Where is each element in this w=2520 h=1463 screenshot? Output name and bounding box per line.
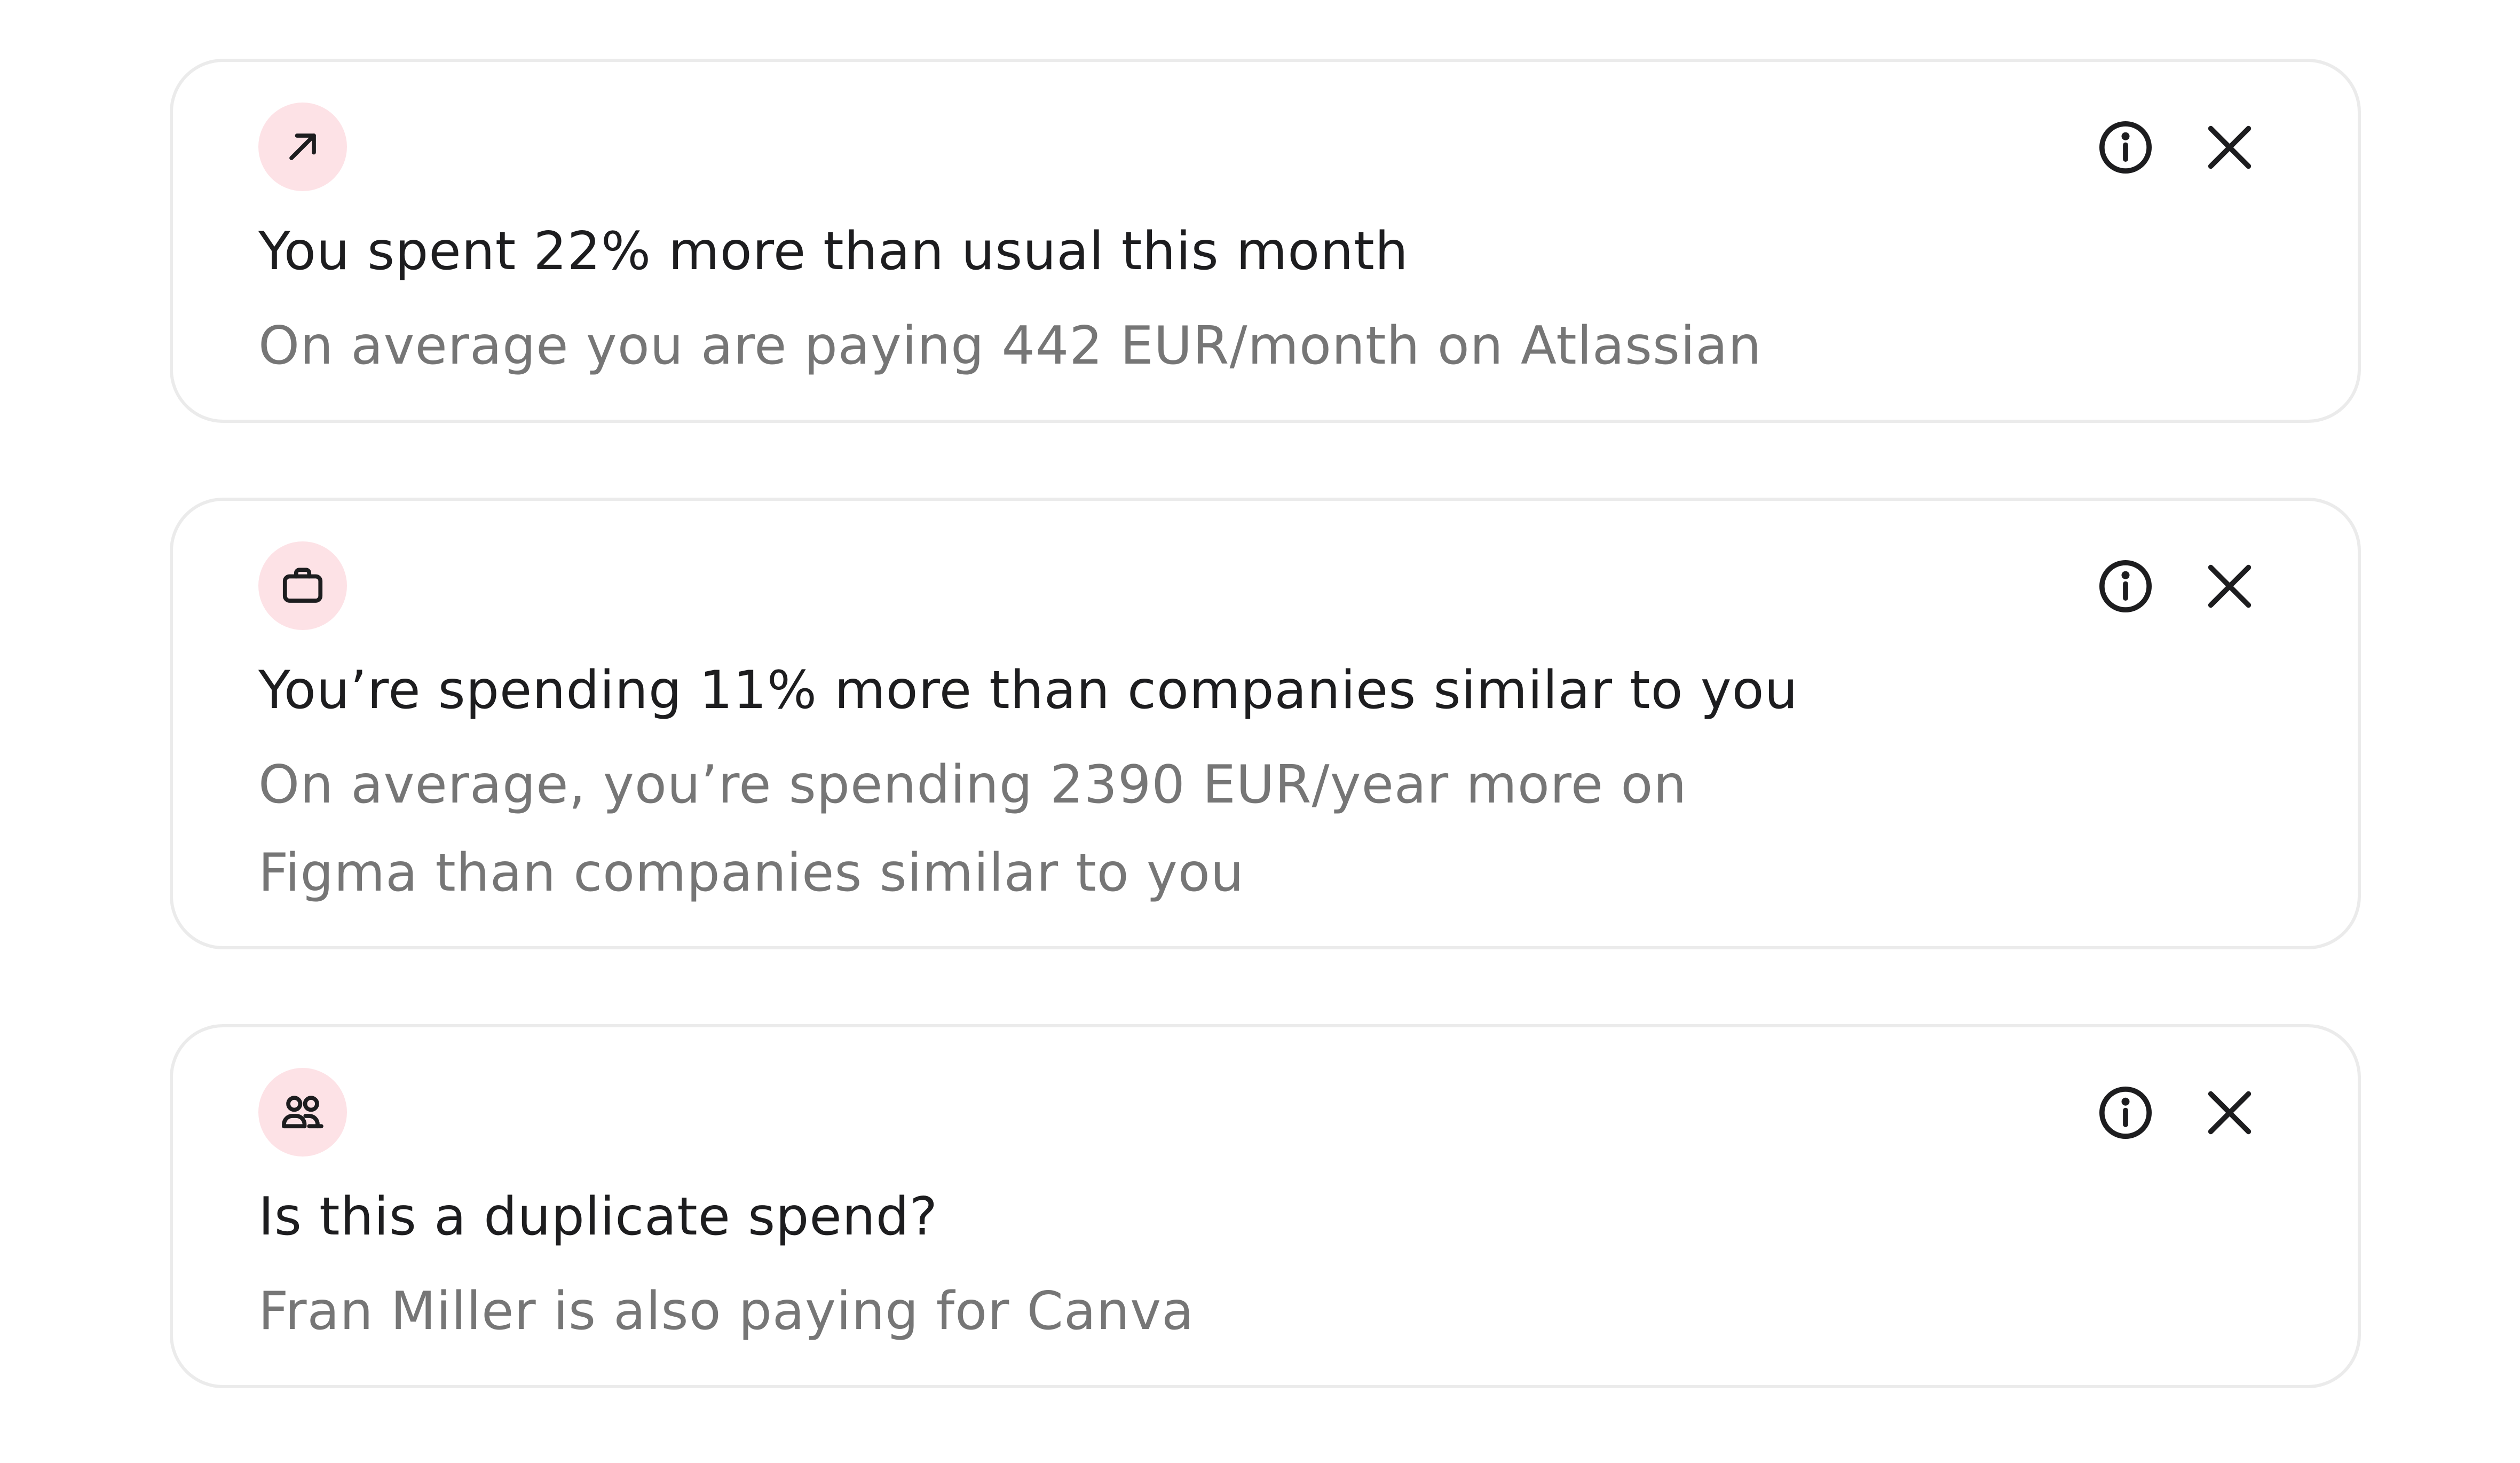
info-button[interactable] — [2096, 557, 2155, 616]
insight-actions — [2096, 1083, 2259, 1142]
insight-icon-badge — [258, 103, 347, 191]
users-icon — [282, 1096, 323, 1129]
info-icon — [2099, 1086, 2152, 1139]
insight-title: You’re spending 11% more than companies … — [258, 660, 1798, 721]
info-icon — [2099, 560, 2152, 613]
insight-description: On average, you’re spending 2390 EUR/yea… — [258, 754, 1687, 903]
close-icon — [2208, 564, 2252, 608]
insight-card: You’re spending 11% more than companies … — [170, 498, 2361, 949]
briefcase-icon — [282, 568, 323, 603]
dismiss-button[interactable] — [2200, 118, 2259, 177]
info-button[interactable] — [2096, 118, 2155, 177]
insight-card: You spent 22% more than usual this month… — [170, 59, 2361, 423]
insight-title: You spent 22% more than usual this month — [258, 221, 1409, 282]
insight-icon-badge — [258, 1068, 347, 1157]
insight-description: Fran Miller is also paying for Canva — [258, 1281, 1195, 1342]
info-icon — [2099, 121, 2152, 174]
insight-title: Is this a duplicate spend? — [258, 1186, 938, 1247]
insight-actions — [2096, 557, 2259, 616]
insight-actions — [2096, 118, 2259, 177]
insight-description: On average you are paying 442 EUR/month … — [258, 316, 1762, 376]
close-icon — [2208, 125, 2252, 169]
insight-card-list: You spent 22% more than usual this month… — [170, 59, 2361, 1463]
info-button[interactable] — [2096, 1083, 2155, 1142]
close-icon — [2208, 1091, 2252, 1135]
insight-icon-badge — [258, 541, 347, 630]
dismiss-button[interactable] — [2200, 557, 2259, 616]
arrow-up-right-icon — [289, 133, 316, 160]
insight-card: Is this a duplicate spend? Fran Miller i… — [170, 1024, 2361, 1388]
dismiss-button[interactable] — [2200, 1083, 2259, 1142]
